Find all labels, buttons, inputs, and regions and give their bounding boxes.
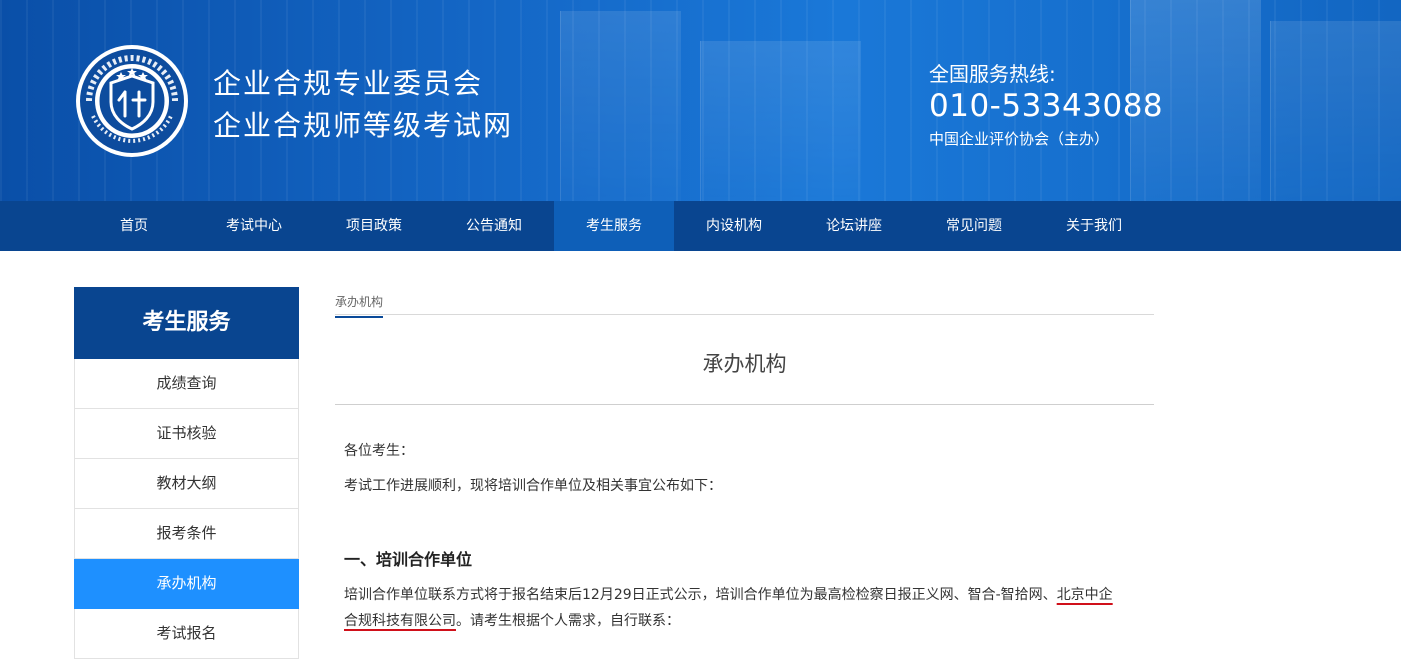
header-building-graphic [700, 41, 861, 201]
committee-seal-icon[interactable] [75, 44, 189, 158]
site-title-line2: 企业合规师等级考试网 [213, 109, 514, 142]
nav-item-departments[interactable]: 内设机构 [674, 201, 794, 251]
organizer-text: 中国企业评价协会（主办） [929, 130, 1110, 148]
article-body-line1: 培训合作单位联系方式将于报名结束后12月29日正式公示，培训合作单位为最高检检察… [344, 584, 1113, 604]
nav-item-about[interactable]: 关于我们 [1034, 201, 1154, 251]
body-text: 培训合作单位联系方式将于报名结束后12月29日正式公示，培训合作单位为最高检检察… [344, 587, 1057, 603]
nav-item-notices[interactable]: 公告通知 [434, 201, 554, 251]
sidebar-item-registration[interactable]: 考试报名 [74, 609, 299, 659]
sidebar-item-score-query[interactable]: 成绩查询 [74, 359, 299, 409]
nav-item-candidate-services[interactable]: 考生服务 [554, 201, 674, 251]
nav-item-exam-center[interactable]: 考试中心 [194, 201, 314, 251]
nav-item-faq[interactable]: 常见问题 [914, 201, 1034, 251]
breadcrumb-divider [335, 314, 1154, 315]
header-building-graphic [1270, 21, 1401, 201]
underlined-company-name: 北京中企 [1056, 587, 1113, 603]
hotline-label: 全国服务热线: [929, 62, 1056, 86]
section-heading: 一、培训合作单位 [344, 550, 473, 569]
sidebar-title: 考生服务 [74, 287, 299, 359]
hotline-number: 010-53343088 [929, 88, 1164, 124]
site-header: 企业合规专业委员会 企业合规师等级考试网 全国服务热线: 010-5334308… [0, 0, 1401, 201]
article-intro: 考试工作进展顺利，现将培训合作单位及相关事宜公布如下： [344, 478, 722, 494]
article-title: 承办机构 [702, 352, 787, 376]
sidebar-item-syllabus[interactable]: 教材大纲 [74, 459, 299, 509]
article-greeting: 各位考生： [344, 443, 414, 459]
sidebar-item-organizers[interactable]: 承办机构 [74, 559, 299, 609]
header-building-graphic [560, 11, 681, 201]
underlined-company-name: 合规科技有限公司 [344, 613, 456, 629]
main-nav: 首页 考试中心 项目政策 公告通知 考生服务 内设机构 论坛讲座 常见问题 关于… [0, 201, 1401, 251]
nav-item-policy[interactable]: 项目政策 [314, 201, 434, 251]
nav-item-home[interactable]: 首页 [74, 201, 194, 251]
sidebar-item-certificate-verify[interactable]: 证书核验 [74, 409, 299, 459]
nav-item-forum[interactable]: 论坛讲座 [794, 201, 914, 251]
body-text: 。请考生根据个人需求，自行联系： [456, 613, 680, 629]
sidebar: 考生服务 成绩查询 证书核验 教材大纲 报考条件 承办机构 考试报名 [74, 287, 299, 659]
article-body-line2: 合规科技有限公司。请考生根据个人需求，自行联系： [344, 610, 680, 630]
sidebar-item-eligibility[interactable]: 报考条件 [74, 509, 299, 559]
title-divider [335, 404, 1154, 405]
site-title-line1: 企业合规专业委员会 [213, 67, 484, 100]
